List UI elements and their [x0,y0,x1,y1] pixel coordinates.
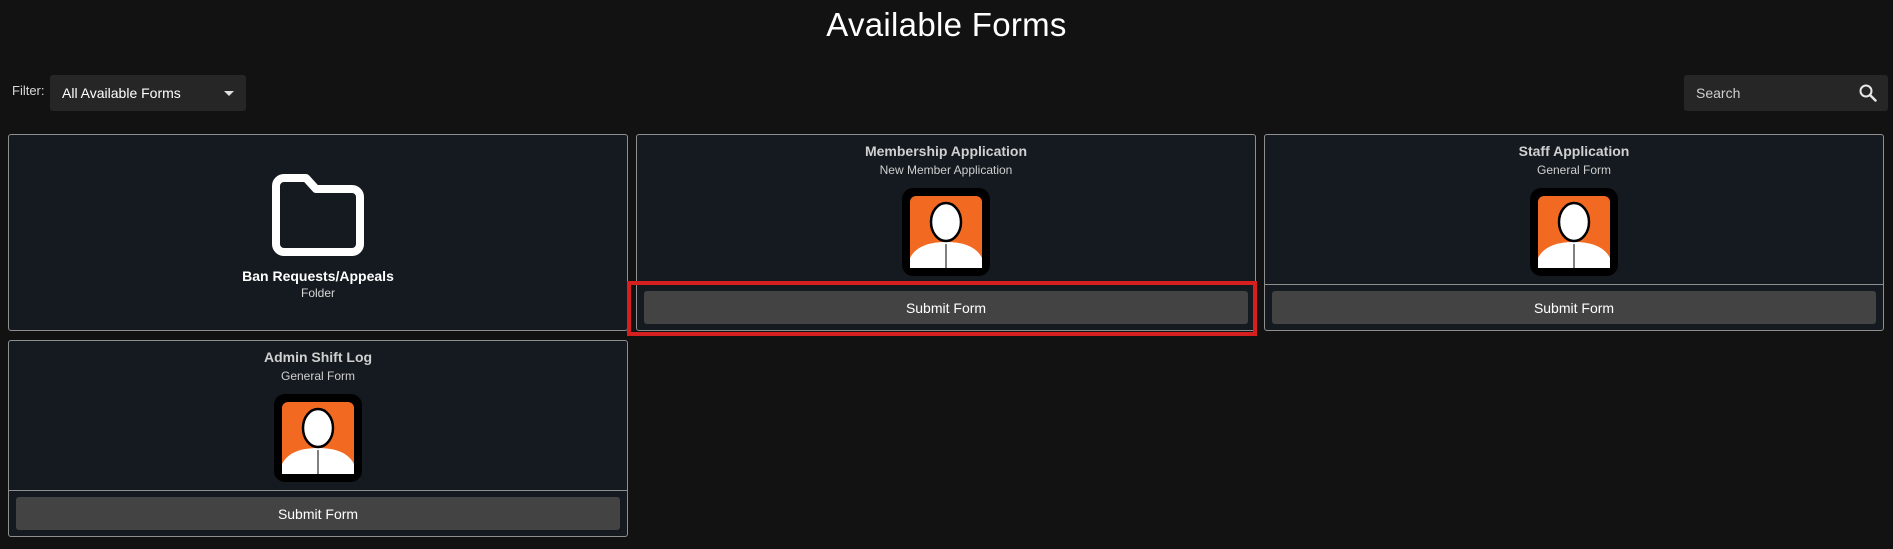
folder-icon [272,174,364,256]
search-input[interactable] [1694,84,1858,102]
chevron-down-icon [224,90,234,96]
form-card-footer: Submit Form [9,490,627,536]
avatar-icon [1530,188,1618,276]
form-card-membership-application: Membership Application New Member Applic… [636,134,1256,331]
form-card-staff-application: Staff Application General Form Submit Fo… [1264,134,1884,331]
form-title: Admin Shift Log [263,349,373,365]
submit-form-button[interactable]: Submit Form [1272,291,1876,324]
form-title: Staff Application [1518,143,1630,159]
form-subtitle: General Form [280,369,356,383]
folder-title: Ban Requests/Appeals [242,268,394,284]
form-subtitle: New Member Application [879,163,1013,177]
avatar-icon [274,394,362,482]
form-card-admin-shift-log: Admin Shift Log General Form Submit Form [8,340,628,537]
form-subtitle: General Form [1536,163,1612,177]
search-box [1684,75,1888,111]
filter-dropdown[interactable]: All Available Forms [50,75,246,111]
filter-selected-value: All Available Forms [62,85,181,101]
form-card-footer: Submit Form [1265,284,1883,330]
filter-label: Filter: [12,83,45,98]
form-card-footer: Submit Form [637,284,1255,330]
form-title: Membership Application [864,143,1028,159]
page-title: Available Forms [826,6,1067,43]
submit-form-button[interactable]: Submit Form [644,291,1248,324]
folder-card-ban-requests[interactable]: Ban Requests/Appeals Folder [8,134,628,331]
forms-page: Available Forms Filter: All Available Fo… [0,0,1893,549]
search-icon[interactable] [1858,83,1878,103]
folder-subtitle: Folder [300,286,335,300]
avatar-icon [902,188,990,276]
submit-form-button[interactable]: Submit Form [16,497,620,530]
